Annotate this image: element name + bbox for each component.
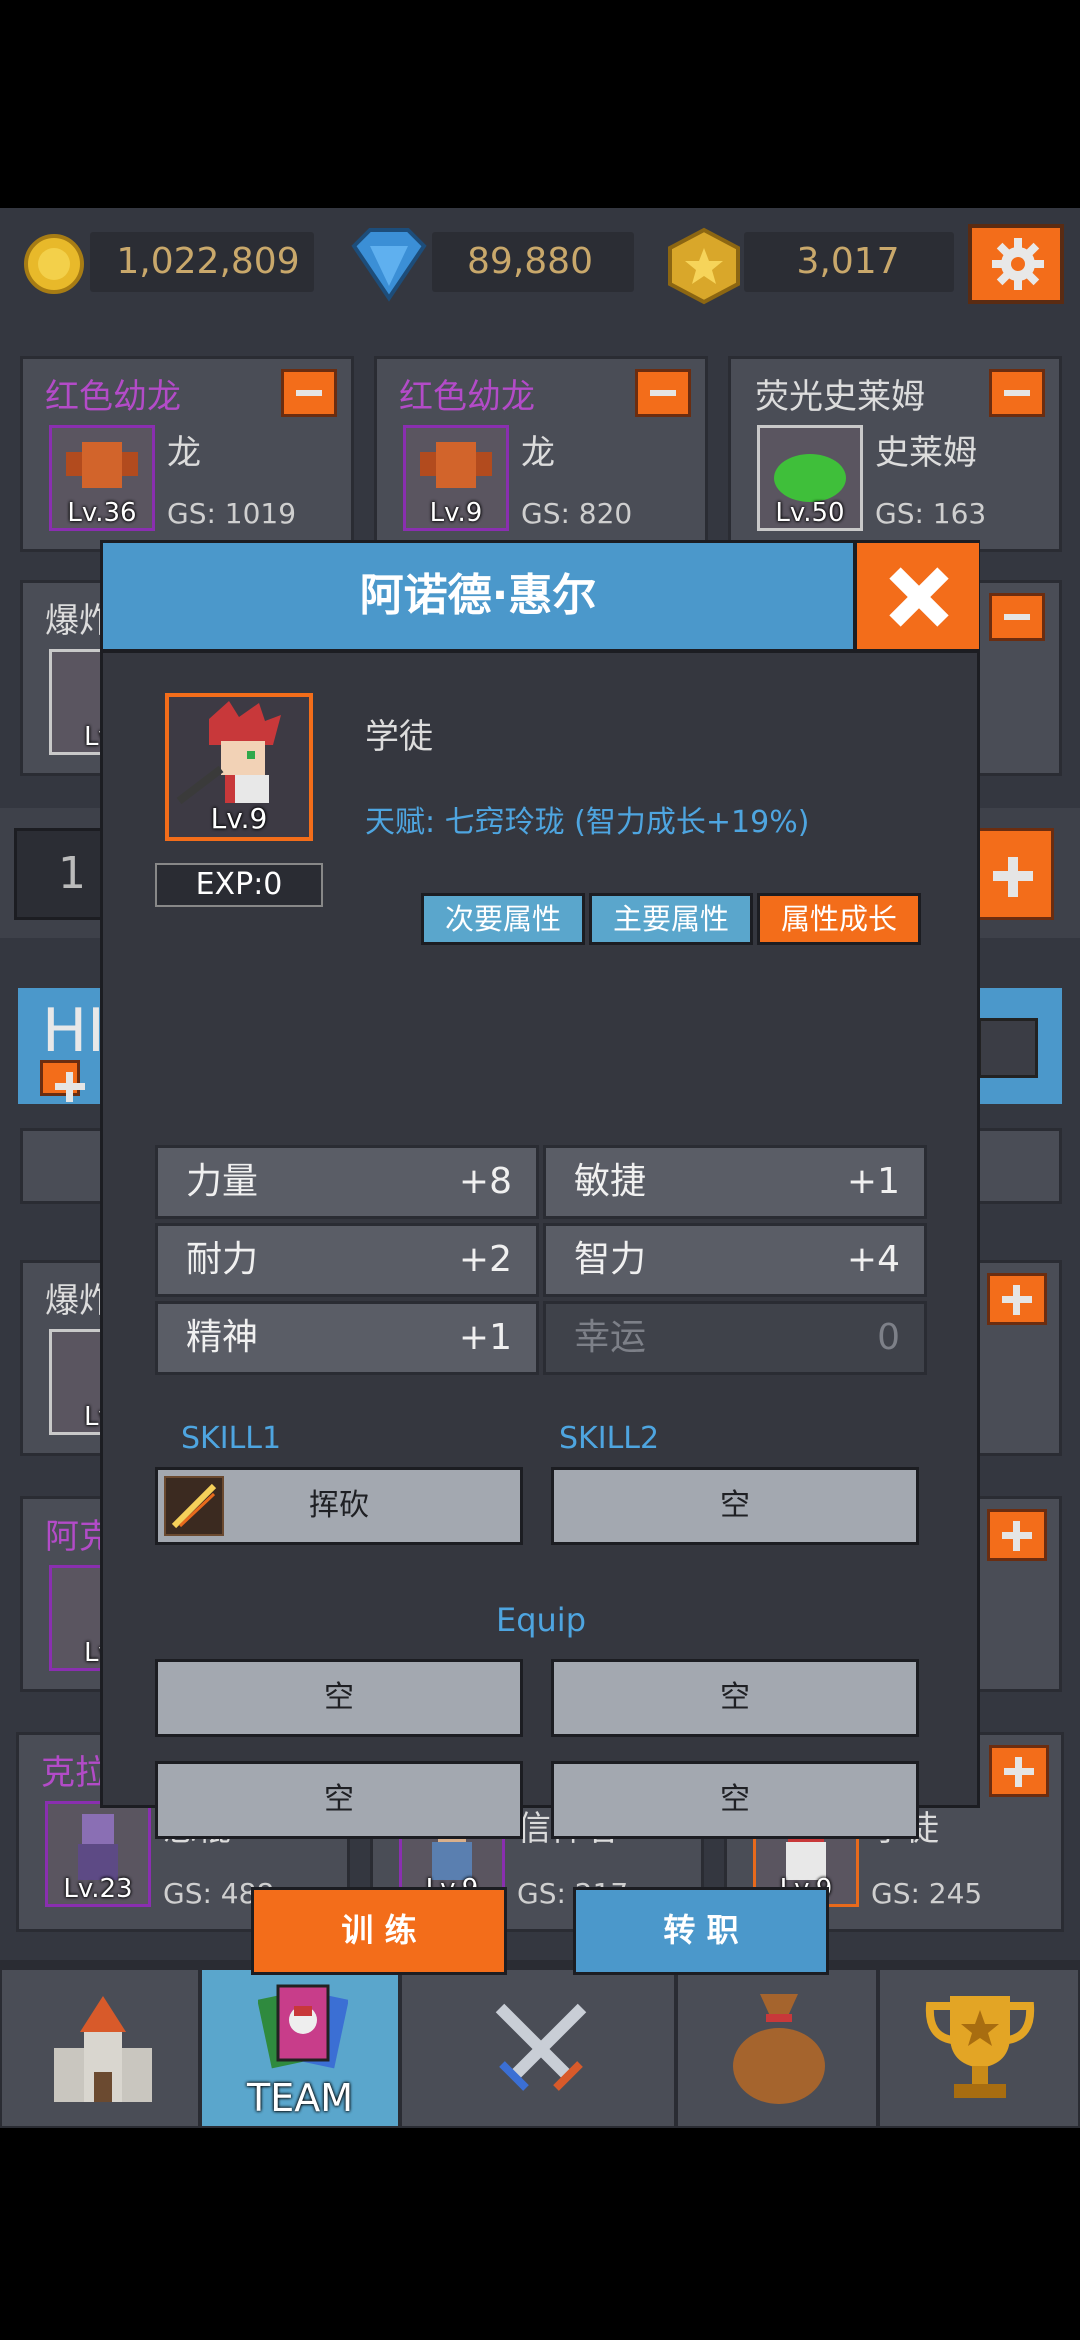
level-label: Lv.9 — [429, 498, 483, 528]
banner-title: HI — [42, 996, 105, 1066]
slime-sprite — [774, 454, 846, 502]
gear-score: GS: 163 — [875, 497, 987, 530]
stat-intelligence: 智力 +4 — [543, 1223, 927, 1297]
add-button[interactable] — [968, 828, 1054, 920]
avatar: Lv.23 — [45, 1801, 151, 1907]
money-bag-icon — [733, 1994, 825, 2104]
skill1-label: SKILL1 — [181, 1421, 282, 1456]
hero-class: 学徒 — [365, 717, 433, 757]
tab-primary-attributes[interactable]: 主要属性 — [589, 893, 753, 945]
tab-attribute-growth[interactable]: 属性成长 — [757, 893, 921, 945]
close-button[interactable] — [853, 543, 979, 653]
level-label: Lv.23 — [63, 1874, 133, 1904]
hero-portrait: Lv.9 — [165, 693, 313, 841]
nav-trophy[interactable] — [878, 1968, 1080, 2128]
hero-detail-modal: 阿诺德·惠尔 Lv.9 学徒 天赋: 七窍玲珑 (智力成长+19%) EXP:0… — [100, 540, 980, 1975]
gear-icon — [992, 238, 1044, 290]
close-icon — [889, 567, 949, 627]
card-name: 红色幼龙 — [399, 377, 535, 417]
chart-button[interactable] — [978, 1018, 1038, 1078]
game-screen: 1,022,809 89,880 3,017 红色幼龙 Lv.36 龙 GS: … — [0, 208, 1080, 2128]
avatar: Lv.9 — [403, 425, 509, 531]
crossed-swords-icon — [495, 2003, 587, 2091]
stat-spirit: 精神 +1 — [155, 1301, 539, 1375]
star-coin-icon — [668, 227, 740, 305]
star-amount: 3,017 — [796, 241, 900, 282]
nav-team-label: TEAM — [246, 2076, 353, 2120]
skill1-slot[interactable]: 挥砍 — [155, 1467, 523, 1545]
add-hero-button[interactable] — [989, 1745, 1049, 1797]
gear-score: GS: 1019 — [167, 497, 297, 530]
stat-stamina: 耐力 +2 — [155, 1223, 539, 1297]
card-name: 红色幼龙 — [45, 377, 181, 417]
hero-level: Lv.9 — [210, 802, 268, 835]
equip-label: Equip — [495, 1601, 586, 1639]
hero-sprite — [176, 701, 281, 805]
nav-shop[interactable] — [676, 1968, 878, 2128]
currency-bar: 1,022,809 89,880 3,017 — [0, 208, 1080, 328]
nav-team[interactable]: TEAM — [200, 1968, 400, 2128]
hero-card[interactable]: 荧光史莱姆 Lv.50 史莱姆 GS: 163 — [728, 356, 1062, 552]
equip-slot[interactable]: 空 — [551, 1761, 919, 1839]
avatar: Lv.36 — [49, 425, 155, 531]
equip-slot[interactable]: 空 — [551, 1659, 919, 1737]
hero-talent: 天赋: 七窍玲珑 (智力成长+19%) — [365, 805, 810, 840]
team-cards-icon — [258, 1984, 348, 2069]
modal-header: 阿诺德·惠尔 — [103, 543, 853, 653]
exp-display: EXP:0 — [155, 863, 323, 907]
slash-skill-icon — [164, 1476, 224, 1536]
avatar: Lv.50 — [757, 425, 863, 531]
diamond-icon — [351, 228, 427, 302]
add-hero-button[interactable] — [987, 1509, 1047, 1561]
hero-card[interactable]: 红色幼龙 Lv.9 龙 GS: 820 — [374, 356, 708, 552]
skill2-label: SKILL2 — [559, 1421, 660, 1456]
gold-amount: 1,022,809 — [116, 241, 300, 282]
stat-luck: 幸运 0 — [543, 1301, 927, 1375]
modal-title: 阿诺德·惠尔 — [359, 570, 597, 621]
equip-slot[interactable]: 空 — [155, 1659, 523, 1737]
remove-button[interactable] — [989, 593, 1045, 641]
change-job-button[interactable]: 转 职 — [573, 1887, 829, 1975]
remove-button[interactable] — [281, 369, 337, 417]
dragon-sprite — [420, 442, 492, 488]
settings-button[interactable] — [968, 224, 1064, 304]
hero-card[interactable]: 红色幼龙 Lv.36 龙 GS: 1019 — [20, 356, 354, 552]
rogue-sprite — [78, 1814, 118, 1880]
diamond-amount: 89,880 — [467, 241, 593, 282]
bottom-nav: TEAM — [0, 1960, 1080, 2128]
castle-icon — [54, 1996, 152, 2102]
card-name: 荧光史莱姆 — [755, 377, 925, 417]
add-hero-button[interactable] — [987, 1273, 1047, 1325]
nav-battle[interactable] — [400, 1968, 676, 2128]
card-name: 克拉 — [41, 1753, 109, 1793]
gold-coin-icon — [24, 234, 84, 294]
level-label: Lv.36 — [67, 498, 137, 528]
level-label: Lv.50 — [775, 498, 845, 528]
stat-agility: 敏捷 +1 — [543, 1145, 927, 1219]
trophy-icon — [925, 1996, 1035, 2098]
gear-score: GS: 245 — [871, 1877, 983, 1910]
train-button[interactable]: 训 练 — [251, 1887, 507, 1975]
card-type: 史莱姆 — [875, 433, 977, 473]
dragon-sprite — [66, 442, 138, 488]
stat-strength: 力量 +8 — [155, 1145, 539, 1219]
remove-button[interactable] — [989, 369, 1045, 417]
gear-score: GS: 820 — [521, 497, 633, 530]
skill1-name: 挥砍 — [309, 1488, 369, 1523]
skill2-slot[interactable]: 空 — [551, 1467, 919, 1545]
nav-castle[interactable] — [0, 1968, 200, 2128]
remove-button[interactable] — [635, 369, 691, 417]
tab-secondary-attributes[interactable]: 次要属性 — [421, 893, 585, 945]
card-type: 龙 — [167, 433, 201, 473]
equip-slot[interactable]: 空 — [155, 1761, 523, 1839]
card-type: 龙 — [521, 433, 555, 473]
